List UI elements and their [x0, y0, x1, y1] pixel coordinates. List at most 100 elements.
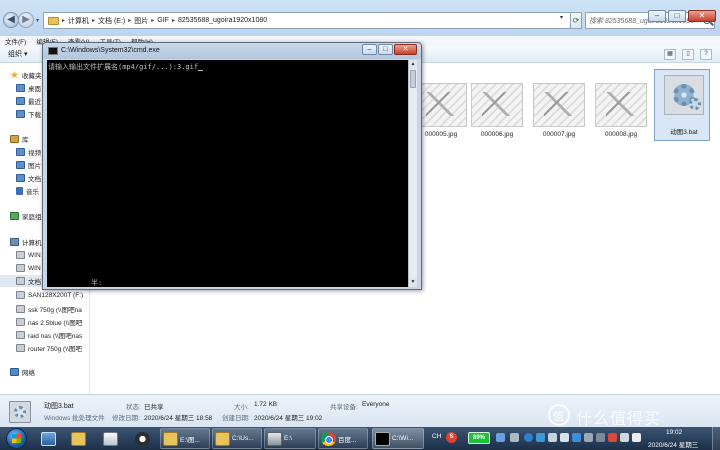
sidebar-item-label: 计算机: [22, 240, 42, 247]
sidebar-item-label: 家庭组: [22, 214, 42, 221]
sidebar-item-label: 视频: [28, 150, 41, 157]
file-item[interactable]: 000006.jpg: [467, 69, 527, 141]
breadcrumb-item[interactable]: 图片: [134, 16, 148, 26]
breadcrumb-item[interactable]: GIF: [157, 17, 169, 24]
taskbar-task-explorer[interactable]: C:\Us...: [212, 428, 262, 449]
sidebar-item-label: router 750g (\\图吧: [28, 346, 82, 353]
sidebar-item-network-drive[interactable]: ssk 750g (\\图吧na: [16, 303, 89, 315]
clock-date[interactable]: 2020/6/24 星期三: [648, 439, 698, 449]
taskbar-pinned-desktop[interactable]: [36, 428, 60, 449]
sidebar-item-label: 收藏夹: [22, 73, 42, 80]
details-pane: 动图3.bat Windows 批处理文件 状态: 已共享 修改日期: 2020…: [0, 394, 720, 427]
drive-icon: [267, 431, 282, 446]
show-desktop-button[interactable]: [712, 427, 720, 450]
drive-icon: [16, 291, 25, 299]
view-controls: ▦ ▯ ?: [664, 49, 712, 60]
details-status-key: 状态:: [126, 404, 141, 411]
downloads-icon: [16, 110, 25, 118]
window-controls: – □ ✕: [648, 10, 716, 22]
sidebar-item-network-drive[interactable]: raid nas (\\图吧nas: [16, 329, 89, 341]
forward-button[interactable]: ▶: [18, 12, 34, 28]
details-size-value: 1.72 KB: [254, 401, 278, 408]
system-tray: CH S 89% 19:02 2020/6/24 星期三: [428, 427, 720, 450]
batch-file-icon: [9, 401, 31, 423]
network-status-icon[interactable]: [620, 433, 629, 442]
close-button[interactable]: ✕: [688, 10, 716, 22]
sidebar-item-drive[interactable]: SAN128X200T (F:): [16, 289, 89, 301]
taskbar: E:\图... C:\Us... E:\ 百度... C:\Wi... CH S…: [0, 427, 720, 450]
tray-app-icon[interactable]: [560, 433, 569, 442]
sidebar-item-network[interactable]: 网络: [10, 366, 89, 378]
close-button[interactable]: ✕: [394, 44, 417, 55]
breadcrumb-item[interactable]: 82535688_ugoira1920x1080: [178, 17, 267, 24]
tray-app-icon[interactable]: [536, 433, 545, 442]
bluetooth-icon[interactable]: [572, 433, 581, 442]
file-name: 000007.jpg: [542, 131, 576, 138]
sidebar-item-label: 音乐: [26, 189, 39, 196]
check-icon[interactable]: [524, 433, 533, 442]
scrollbar-thumb[interactable]: [410, 70, 416, 88]
scroll-down-icon[interactable]: ▼: [409, 278, 417, 287]
refresh-button[interactable]: ⟳: [570, 12, 582, 29]
taskbar-pinned-media[interactable]: [98, 428, 122, 449]
details-file-type: Windows 批处理文件: [44, 415, 105, 422]
folder-icon: [48, 16, 59, 25]
tray-app-icon[interactable]: [510, 433, 519, 442]
volume-icon[interactable]: [632, 433, 641, 442]
taskbar-pinned-qq[interactable]: [130, 428, 154, 449]
file-item[interactable]: 000008.jpg: [591, 69, 651, 141]
sogou-ime-icon[interactable]: S: [446, 432, 457, 443]
help-icon[interactable]: ?: [700, 49, 712, 60]
image-thumbnail: [595, 83, 647, 127]
back-button[interactable]: ◀: [3, 12, 19, 28]
tray-app-icon[interactable]: [548, 433, 557, 442]
minimize-button[interactable]: –: [362, 44, 377, 55]
taskbar-pinned-explorer[interactable]: [66, 428, 90, 449]
address-bar[interactable]: ▸ 计算机 ▸ 文档 (E:) ▸ 图片 ▸ GIF ▸ 82535688_ug…: [43, 12, 575, 29]
gear-icon: [14, 406, 26, 418]
recent-icon: [16, 97, 25, 105]
organize-button[interactable]: 组织 ▾: [8, 49, 27, 59]
history-dropdown-icon[interactable]: ▾: [36, 17, 39, 24]
breadcrumb-item[interactable]: 文档 (E:): [98, 16, 125, 26]
change-view-icon[interactable]: ▦: [664, 49, 676, 60]
breadcrumb-separator-icon: ▸: [151, 18, 155, 24]
desktop-icon: [40, 431, 56, 446]
file-name: 动图3.bat: [670, 129, 698, 136]
taskbar-task-cmd-active[interactable]: C:\Wi...: [372, 428, 424, 449]
maximize-button[interactable]: □: [378, 44, 393, 55]
breadcrumb-item[interactable]: 计算机: [68, 16, 89, 26]
details-modified-value: 2020/6/24 星期三 18:58: [144, 415, 213, 422]
preview-pane-icon[interactable]: ▯: [682, 49, 694, 60]
scrollbar[interactable]: ▲ ▼: [408, 60, 417, 287]
taskbar-task-explorer[interactable]: E:\图...: [160, 428, 210, 449]
start-button[interactable]: [1, 427, 31, 450]
alert-icon[interactable]: [608, 433, 617, 442]
sidebar-item-network-drive[interactable]: nas 2.5blue (\\图吧: [16, 316, 89, 328]
network-icon[interactable]: [496, 433, 505, 442]
folder-icon: [215, 431, 230, 446]
taskbar-task-chrome[interactable]: 百度...: [318, 428, 368, 449]
cmd-titlebar[interactable]: C:\Windows\System32\cmd.exe – □ ✕: [43, 43, 421, 59]
clock-time[interactable]: 19:02: [666, 429, 682, 436]
menu-file[interactable]: 文件(F): [5, 36, 26, 46]
usb-icon[interactable]: [596, 433, 605, 442]
minimize-button[interactable]: –: [648, 10, 666, 22]
file-name: 000008.jpg: [604, 131, 638, 138]
file-item-selected[interactable]: 动图3.bat: [654, 69, 714, 141]
gear-icon: [689, 98, 701, 110]
file-item[interactable]: 000007.jpg: [529, 69, 589, 141]
console-output[interactable]: 请输入输出文件扩展名(mp4/gif/...):3.gif 半:: [47, 60, 410, 287]
language-indicator[interactable]: CH: [432, 433, 441, 445]
address-dropdown-icon[interactable]: ▾: [560, 14, 563, 21]
sidebar-item-label: WIN: [28, 264, 41, 272]
scroll-up-icon[interactable]: ▲: [409, 60, 417, 69]
ime-status-line: 半:: [91, 279, 103, 287]
maximize-button[interactable]: □: [668, 10, 686, 22]
sidebar-item-label: 文档: [28, 176, 41, 183]
sidebar-item-network-drive[interactable]: router 750g (\\图吧: [16, 342, 89, 354]
network-icon: [10, 368, 19, 376]
battery-indicator[interactable]: 89%: [468, 432, 490, 444]
tray-app-icon[interactable]: [584, 433, 593, 442]
taskbar-task-drive[interactable]: E:\: [264, 428, 316, 449]
